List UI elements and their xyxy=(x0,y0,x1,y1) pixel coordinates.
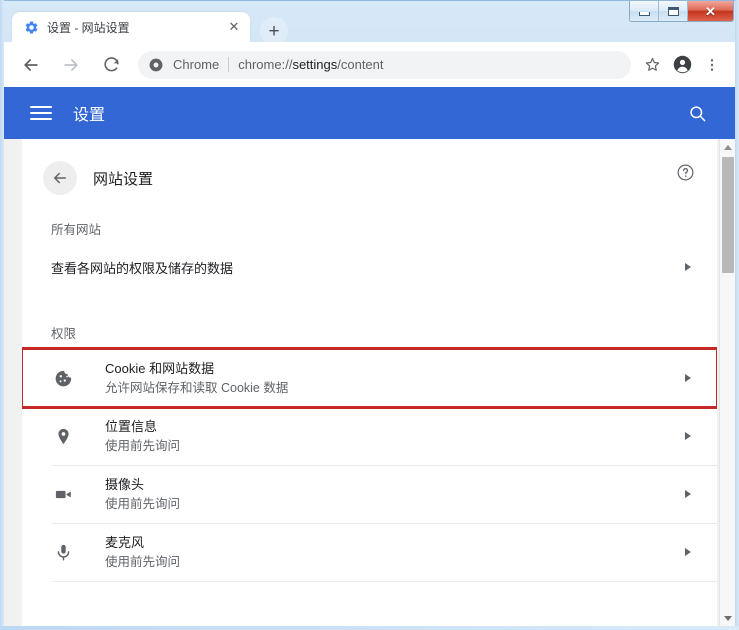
camera-permission-row[interactable]: 摄像头 使用前先询问 xyxy=(22,465,717,523)
browser-window: ✕ 设置 - 网站设置 ✕ + xyxy=(0,0,739,630)
tab-title: 设置 - 网站设置 xyxy=(47,19,224,36)
url-prefix: chrome:// xyxy=(238,57,292,72)
chevron-right-icon xyxy=(681,374,695,382)
three-dot-menu-icon[interactable] xyxy=(697,50,727,80)
tab-close-button[interactable]: ✕ xyxy=(224,17,244,37)
microphone-permission-row[interactable]: 麦克风 使用前先询问 xyxy=(22,523,717,581)
permission-subtitle: 使用前先询问 xyxy=(105,438,681,455)
permission-title: 麦克风 xyxy=(105,535,144,550)
omnibox-url: chrome://settings/content xyxy=(238,57,383,72)
search-icon[interactable] xyxy=(685,101,709,125)
location-permission-row[interactable]: 位置信息 使用前先询问 xyxy=(22,407,717,465)
permission-title: 摄像头 xyxy=(105,477,144,492)
page-title: 网站设置 xyxy=(93,168,153,189)
scroll-up-arrow-icon[interactable] xyxy=(720,139,736,155)
window-frame-bottom xyxy=(0,626,739,630)
permission-subtitle: 使用前先询问 xyxy=(105,496,681,513)
permission-text: 摄像头 使用前先询问 xyxy=(105,476,681,513)
settings-header-bar: 设置 xyxy=(4,87,735,139)
site-settings-card: 网站设置 所有网站 查看各网站的权限及储存的数据 权限 xyxy=(22,139,717,626)
browser-tab[interactable]: 设置 - 网站设置 ✕ xyxy=(12,12,250,42)
row-label: 查看各网站的权限及储存的数据 xyxy=(51,258,233,277)
settings-content-area: 网站设置 所有网站 查看各网站的权限及储存的数据 权限 xyxy=(4,139,735,626)
content-left-gutter xyxy=(4,139,22,626)
permission-subtitle: 允许网站保存和读取 Cookie 数据 xyxy=(105,380,681,397)
camera-icon xyxy=(51,482,75,506)
cookie-icon xyxy=(51,366,75,390)
reload-button[interactable] xyxy=(94,48,128,82)
window-frame-left xyxy=(0,0,4,630)
permission-text: 位置信息 使用前先询问 xyxy=(105,418,681,455)
url-strong: settings xyxy=(292,57,337,72)
permission-subtitle: 使用前先询问 xyxy=(105,554,681,571)
content-scrollbar[interactable] xyxy=(719,139,735,626)
browser-toolbar: Chrome chrome://settings/content xyxy=(4,42,735,87)
url-suffix: /content xyxy=(337,57,383,72)
forward-button[interactable] xyxy=(54,48,88,82)
reload-icon xyxy=(102,55,121,74)
page-header: 网站设置 xyxy=(22,139,717,203)
permission-title: 位置信息 xyxy=(105,419,157,434)
permission-title: Cookie 和网站数据 xyxy=(105,361,214,376)
settings-gear-icon xyxy=(23,19,39,35)
chrome-logo-icon xyxy=(148,57,164,73)
profile-avatar-icon[interactable] xyxy=(667,50,697,80)
permission-text: 麦克风 使用前先询问 xyxy=(105,534,681,571)
microphone-icon xyxy=(51,540,75,564)
chevron-right-icon xyxy=(681,263,695,271)
toolbar-right-actions xyxy=(637,50,735,80)
scrollbar-thumb[interactable] xyxy=(722,157,734,273)
chevron-right-icon xyxy=(681,490,695,498)
help-question-icon[interactable] xyxy=(674,161,696,183)
hamburger-line xyxy=(30,112,52,114)
cookie-and-site-data-row[interactable]: Cookie 和网站数据 允许网站保存和读取 Cookie 数据 xyxy=(22,349,717,407)
chevron-right-icon xyxy=(681,432,695,440)
omnibox-site-label: Chrome xyxy=(173,57,219,72)
row-all-sites-permissions[interactable]: 查看各网站的权限及储存的数据 xyxy=(22,245,717,289)
back-arrow-icon xyxy=(51,169,69,187)
section-label-permissions: 权限 xyxy=(22,315,717,349)
back-button[interactable] xyxy=(14,48,48,82)
chevron-right-icon xyxy=(681,548,695,556)
location-pin-icon xyxy=(51,424,75,448)
scroll-down-arrow-icon[interactable] xyxy=(720,610,736,626)
new-tab-button[interactable]: + xyxy=(260,17,288,45)
permission-text: Cookie 和网站数据 允许网站保存和读取 Cookie 数据 xyxy=(105,360,681,397)
tab-strip: 设置 - 网站设置 ✕ + xyxy=(0,0,739,42)
back-arrow-icon xyxy=(21,55,41,75)
forward-arrow-icon xyxy=(61,55,81,75)
partial-next-row[interactable] xyxy=(22,581,717,626)
hamburger-line xyxy=(30,106,52,108)
window-frame-right xyxy=(735,0,739,630)
section-label-all-sites: 所有网站 xyxy=(22,211,717,245)
hamburger-menu-icon[interactable] xyxy=(30,102,52,124)
address-bar[interactable]: Chrome chrome://settings/content xyxy=(138,51,631,79)
omnibox-separator xyxy=(228,57,229,72)
bookmark-star-icon[interactable] xyxy=(637,50,667,80)
hamburger-line xyxy=(30,118,52,120)
page-back-button[interactable] xyxy=(43,161,77,195)
settings-title: 设置 xyxy=(73,101,105,125)
